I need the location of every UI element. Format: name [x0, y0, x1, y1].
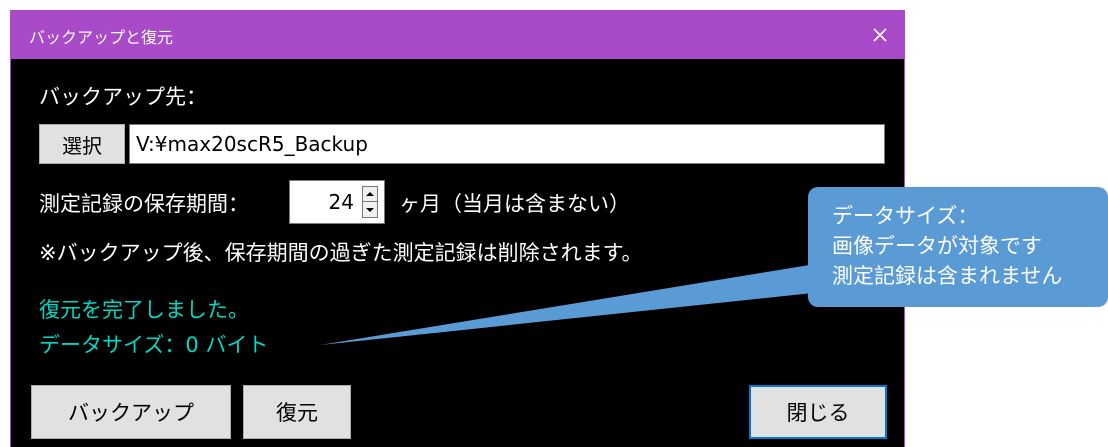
restore-button[interactable]: 復元 [243, 385, 351, 439]
callout-line-3: 測定記録は含まれません [832, 264, 1063, 288]
up-arrow-icon [366, 192, 374, 196]
status-message: 復元を完了しました。 [39, 298, 249, 322]
retention-months-value: 24 [328, 190, 354, 214]
close-button[interactable]: 閉じる [749, 385, 887, 439]
retention-unit-label: ヶ月（当月は含まない） [399, 192, 630, 216]
spinner-arrows [362, 186, 378, 218]
retention-note: ※バックアップ後、保存期間の過ぎた測定記録は削除されます。 [39, 241, 643, 265]
data-size-callout: データサイズ： 画像データが対象です 測定記録は含まれません [808, 187, 1108, 307]
callout-line-1: データサイズ： [832, 204, 979, 228]
select-folder-button[interactable]: 選択 [39, 124, 125, 164]
backup-path-field[interactable] [129, 124, 885, 164]
backup-button[interactable]: バックアップ [31, 385, 231, 439]
close-icon [873, 28, 887, 42]
data-size-status: データサイズ：0 バイト [39, 333, 269, 357]
callout-line-2: 画像データが対象です [832, 234, 1042, 258]
title-bar[interactable]: バックアップと復元 [11, 11, 904, 59]
retention-months-spinner[interactable]: 24 [289, 180, 385, 224]
backup-restore-dialog: バックアップと復元 バックアップ先： 選択 測定記録の保存期間： 24 ヶ月（当… [10, 10, 905, 447]
down-arrow-icon [366, 207, 374, 212]
spinner-up-button[interactable] [362, 186, 378, 202]
close-window-button[interactable] [856, 11, 904, 59]
spinner-down-button[interactable] [362, 202, 378, 218]
backup-destination-label: バックアップ先： [39, 85, 207, 109]
window-title: バックアップと復元 [29, 28, 174, 47]
retention-period-label: 測定記録の保存期間： [39, 192, 249, 216]
